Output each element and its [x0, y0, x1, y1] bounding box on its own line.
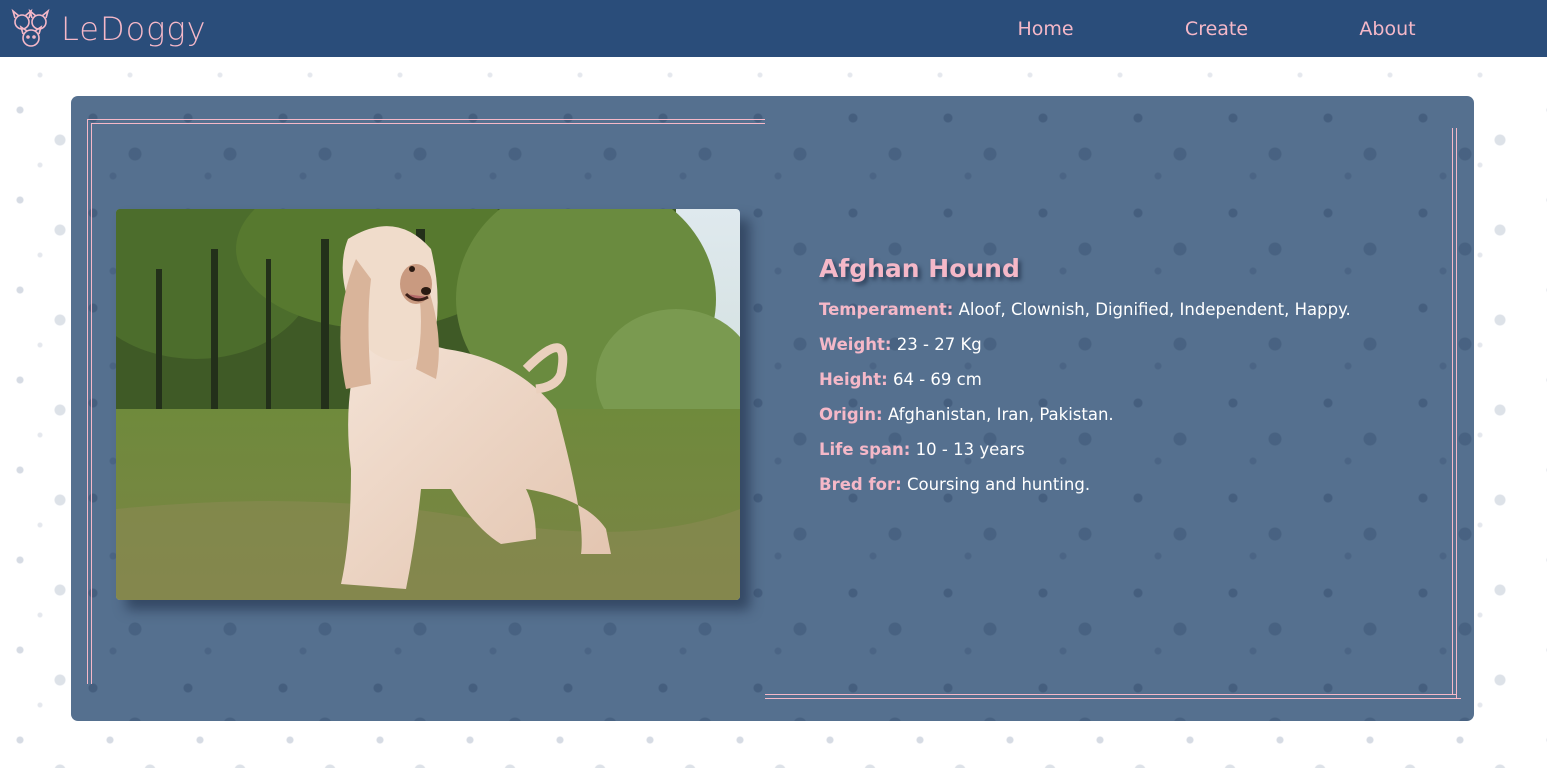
- dog-faces-logo-icon: [11, 8, 50, 47]
- origin-value: Afghanistan, Iran, Pakistan.: [887, 405, 1114, 424]
- life-span-row: Life span: 10 - 13 years: [819, 440, 1439, 459]
- bred-for-label: Bred for:: [819, 475, 902, 494]
- dog-details: Afghan Hound Temperament: Aloof, Clownis…: [819, 254, 1439, 510]
- breed-name: Afghan Hound: [819, 254, 1020, 283]
- nav-create-link[interactable]: Create: [1131, 0, 1302, 57]
- dog-detail-card: Afghan Hound Temperament: Aloof, Clownis…: [71, 96, 1474, 721]
- bred-for-row: Bred for: Coursing and hunting.: [819, 475, 1439, 494]
- weight-label: Weight:: [819, 335, 892, 354]
- height-row: Height: 64 - 69 cm: [819, 370, 1439, 389]
- weight-value: 23 - 27 Kg: [896, 335, 982, 354]
- frame-bottom-line-inner: [765, 698, 1461, 699]
- life-span-value: 10 - 13 years: [915, 440, 1025, 459]
- height-label: Height:: [819, 370, 888, 389]
- frame-left-line-inner: [91, 123, 92, 684]
- navbar: LeDoggy Home Create About: [0, 0, 1547, 57]
- frame-bottom-line: [765, 694, 1457, 695]
- height-value: 64 - 69 cm: [892, 370, 982, 389]
- temperament-label: Temperament:: [819, 300, 954, 319]
- weight-row: Weight: 23 - 27 Kg: [819, 335, 1439, 354]
- frame-right-line: [1452, 128, 1453, 695]
- nav-home-link[interactable]: Home: [960, 0, 1131, 57]
- origin-label: Origin:: [819, 405, 883, 424]
- frame-top-line-inner: [91, 123, 765, 124]
- frame-left-line: [87, 119, 88, 684]
- life-span-label: Life span:: [819, 440, 911, 459]
- nav-links: Home Create About: [960, 0, 1473, 57]
- frame-right-line-inner: [1456, 128, 1457, 699]
- bred-for-value: Coursing and hunting.: [906, 475, 1091, 494]
- nav-about-link[interactable]: About: [1302, 0, 1473, 57]
- dog-photo: [116, 209, 740, 600]
- brand[interactable]: LeDoggy: [9, 0, 207, 57]
- temperament-row: Temperament: Aloof, Clownish, Dignified,…: [819, 300, 1439, 319]
- frame-top-line: [87, 119, 765, 120]
- origin-row: Origin: Afghanistan, Iran, Pakistan.: [819, 405, 1439, 424]
- temperament-value: Aloof, Clownish, Dignified, Independent,…: [958, 300, 1351, 319]
- brand-name: LeDoggy: [61, 9, 207, 48]
